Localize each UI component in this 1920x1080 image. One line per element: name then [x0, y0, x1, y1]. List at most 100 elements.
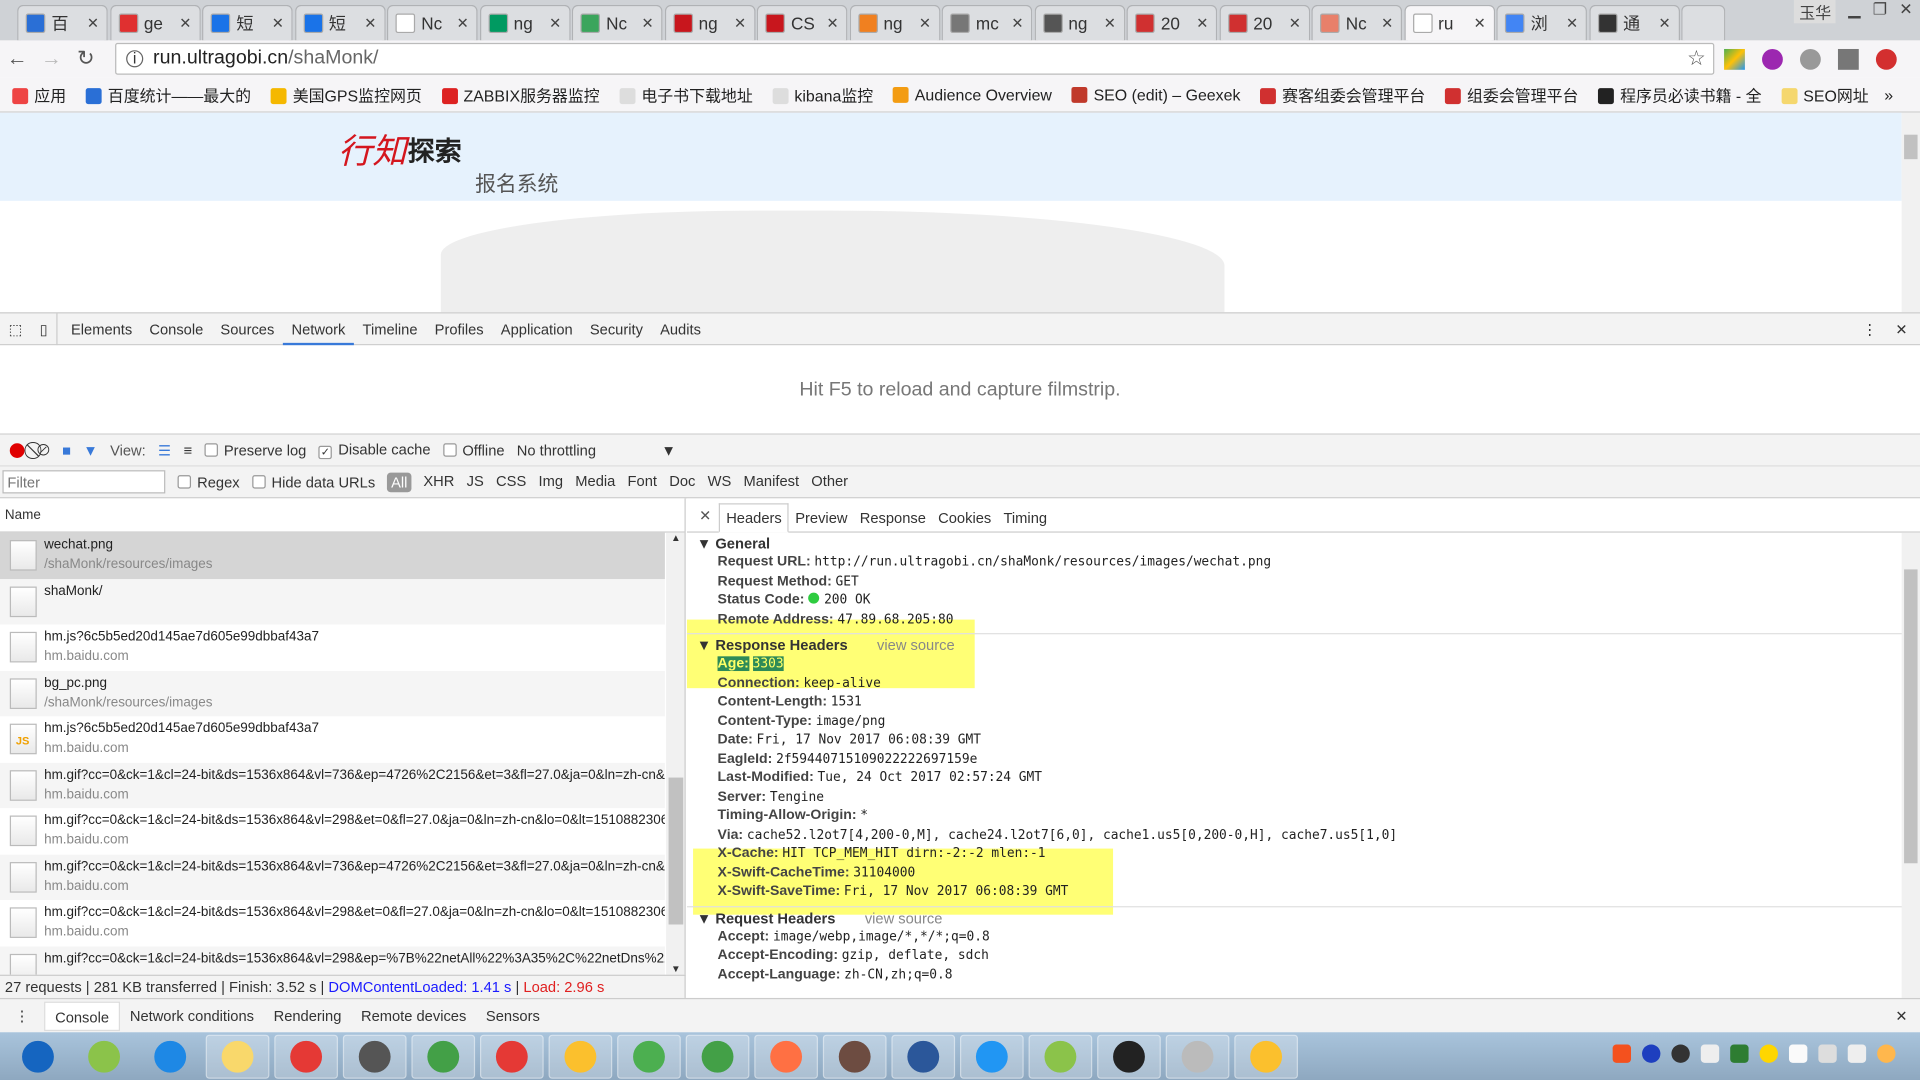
page-scrollbar[interactable]	[1901, 112, 1920, 313]
bookmark[interactable]: 百度统计——最大的	[85, 83, 251, 106]
filter-input[interactable]	[2, 470, 166, 494]
overview-icon[interactable]: ≡	[183, 441, 192, 458]
taskbar-cmd[interactable]	[1097, 1034, 1161, 1079]
bookmark[interactable]: 程序员必读书籍 - 全	[1598, 83, 1762, 106]
taskbar-foxit[interactable]	[480, 1034, 544, 1079]
taskbar-app-red[interactable]	[274, 1034, 338, 1079]
drawer-tab[interactable]: Network conditions	[120, 1001, 264, 1030]
extension-icon[interactable]	[1762, 48, 1783, 70]
help-icon[interactable]	[1642, 1044, 1661, 1063]
extension-icon[interactable]	[1724, 48, 1745, 70]
browser-tab[interactable]: 20 ✕	[1218, 4, 1310, 41]
request-row[interactable]: wechat.png/shaMonk/resources/images	[0, 532, 665, 579]
browser-tab[interactable]: mc ✕	[941, 4, 1033, 41]
drawer-tab[interactable]: Remote devices	[351, 1001, 476, 1030]
details-scrollbar[interactable]	[1901, 532, 1920, 998]
browser-tab[interactable]: ge ✕	[109, 4, 201, 41]
devtools-tab-sources[interactable]: Sources	[212, 313, 283, 345]
preserve-log-checkbox[interactable]: Preserve log	[204, 441, 306, 459]
taskbar-feather[interactable]	[754, 1034, 818, 1079]
more-bookmarks-icon[interactable]: »	[1884, 85, 1893, 103]
taskbar-chrome[interactable]	[617, 1034, 681, 1079]
section-response-headers[interactable]: ▼ Response Headers view source	[687, 637, 1920, 657]
name-column-header[interactable]: Name	[0, 498, 685, 533]
bookmark[interactable]: kibana监控	[772, 83, 873, 106]
taskbar-explorer[interactable]	[205, 1034, 270, 1079]
browser-tab[interactable]: Nc ✕	[571, 4, 663, 41]
taskbar-calculator[interactable]	[1165, 1034, 1230, 1079]
close-tab-icon[interactable]: ✕	[642, 15, 654, 32]
restore-icon[interactable]: ❐	[1873, 0, 1887, 23]
request-row[interactable]: bg_pc.png/shaMonk/resources/images	[0, 670, 665, 717]
close-tab-icon[interactable]: ✕	[457, 15, 469, 32]
filter-icon[interactable]: ▼	[83, 441, 98, 458]
browser-tab[interactable]: 短 ✕	[202, 4, 293, 41]
taskbar-ie[interactable]	[140, 1034, 201, 1078]
bookmark[interactable]: 应用	[12, 83, 66, 106]
request-row[interactable]: hm.gif?cc=0&ck=1&cl=24-bit&ds=1536x864&v…	[0, 945, 665, 975]
close-tab-icon[interactable]: ✕	[87, 15, 99, 32]
close-tab-icon[interactable]: ✕	[1196, 15, 1208, 32]
close-tab-icon[interactable]: ✕	[1658, 15, 1670, 32]
taskbar-paint[interactable]	[548, 1034, 613, 1079]
taskbar-notes[interactable]	[1234, 1034, 1298, 1079]
bookmark[interactable]: 电子书下载地址	[619, 83, 753, 106]
type-filter-other[interactable]: Other	[811, 472, 848, 492]
devtools-tab-application[interactable]: Application	[492, 313, 581, 345]
taskbar-wechat[interactable]	[1028, 1034, 1093, 1079]
type-filter-ws[interactable]: WS	[708, 472, 732, 492]
close-tab-icon[interactable]: ✕	[919, 15, 931, 32]
browser-tab[interactable]: ru ✕	[1403, 4, 1495, 41]
bookmark[interactable]: 组委会管理平台	[1444, 83, 1578, 106]
type-filter-img[interactable]: Img	[539, 472, 564, 492]
disable-cache-checkbox[interactable]: ✓ Disable cache	[318, 441, 431, 460]
request-row[interactable]: hm.js?6c5b5ed20d145ae7d605e99dbbaf43a7 hm…	[0, 624, 665, 670]
close-devtools-icon[interactable]: ✕	[1895, 320, 1907, 337]
devtools-tab-audits[interactable]: Audits	[652, 313, 710, 345]
drawer-tab[interactable]: Rendering	[264, 1001, 351, 1030]
record-icon[interactable]	[9, 442, 25, 458]
taskbar-360-browser[interactable]	[685, 1034, 750, 1079]
more-icon[interactable]: ⋮	[1862, 320, 1877, 337]
bookmark[interactable]: Audience Overview	[892, 85, 1052, 103]
close-tab-icon[interactable]: ✕	[272, 15, 284, 32]
minimize-icon[interactable]: ▁	[1848, 0, 1860, 23]
details-tab-response[interactable]: Response	[854, 509, 932, 531]
type-filter-js[interactable]: JS	[467, 472, 484, 492]
close-tab-icon[interactable]: ✕	[1104, 15, 1116, 32]
extension-icon[interactable]	[1837, 48, 1859, 70]
paint-tray-icon[interactable]	[1877, 1044, 1896, 1063]
browser-tab[interactable]: 20 ✕	[1126, 4, 1218, 41]
taskbar-word[interactable]	[891, 1034, 956, 1079]
taskbar-qq[interactable]	[960, 1034, 1024, 1079]
taskbar-app-green[interactable]	[411, 1034, 476, 1079]
bookmark[interactable]: 美国GPS监控网页	[270, 83, 422, 106]
details-tab-preview[interactable]: Preview	[789, 509, 854, 531]
request-row[interactable]: JS hm.js?6c5b5ed20d145ae7d605e99dbbaf43a7…	[0, 716, 665, 762]
browser-tab[interactable]: 短 ✕	[294, 4, 386, 41]
close-tab-icon[interactable]: ✕	[179, 15, 191, 32]
back-icon[interactable]: ←	[0, 47, 34, 71]
browser-tab[interactable]: ng ✕	[849, 4, 940, 41]
request-row[interactable]: hm.gif?cc=0&ck=1&cl=24-bit&ds=1536x864&v…	[0, 808, 665, 854]
hide-data-urls-checkbox[interactable]: Hide data URLs	[251, 473, 375, 490]
volume-muted-icon[interactable]	[1818, 1044, 1837, 1063]
new-tab-button[interactable]	[1681, 4, 1726, 41]
drawer-tab[interactable]: Console	[44, 1001, 121, 1031]
close-tab-icon[interactable]: ✕	[1474, 15, 1486, 32]
close-tab-icon[interactable]: ✕	[826, 15, 838, 32]
type-filter-all[interactable]: All	[387, 472, 412, 492]
browser-tab[interactable]: ng ✕	[479, 4, 571, 41]
flag-icon[interactable]	[1788, 1044, 1808, 1063]
section-general[interactable]: ▼ General	[687, 535, 1920, 555]
throttling-select[interactable]: No throttling ▼	[517, 441, 676, 458]
browser-tab[interactable]: 百 ✕	[17, 4, 108, 41]
browser-tab[interactable]: ng ✕	[1034, 4, 1125, 41]
capture-screenshots-icon[interactable]: ■	[62, 441, 71, 458]
devtools-tab-console[interactable]: Console	[141, 313, 212, 345]
qq-tray-icon[interactable]	[1671, 1044, 1690, 1063]
devtools-tab-profiles[interactable]: Profiles	[426, 313, 492, 345]
browser-tab[interactable]: ng ✕	[664, 4, 755, 41]
bookmark[interactable]: SEO (edit) – Geexek	[1071, 85, 1240, 103]
details-tab-timing[interactable]: Timing	[997, 509, 1053, 531]
